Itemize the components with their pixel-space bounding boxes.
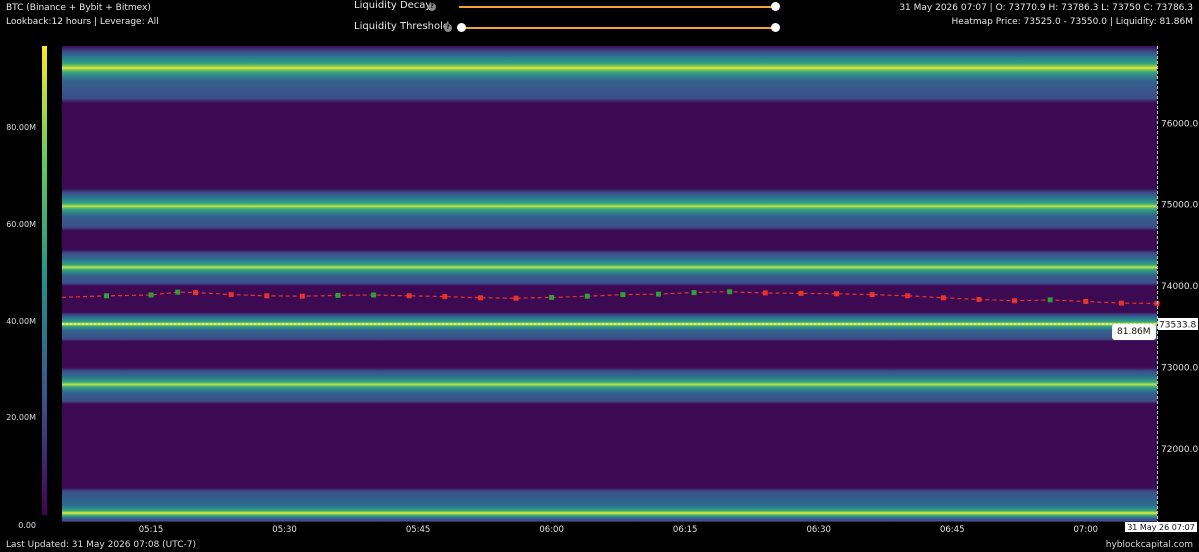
price-candle	[869, 292, 875, 298]
last-updated: Last Updated: 31 May 2026 07:08 (UTC-7)	[6, 540, 196, 550]
heatmap-layer	[62, 46, 1157, 522]
price-candle	[655, 291, 661, 297]
x-tick-label: 05:30	[272, 525, 297, 535]
price-candle	[976, 296, 982, 302]
price-candle	[371, 292, 377, 298]
price-candle	[264, 293, 270, 299]
liquidity-band	[62, 367, 1157, 405]
x-tick-label: 06:15	[673, 525, 698, 535]
y-tick-label: 74000.0	[1161, 282, 1198, 292]
price-candle	[1118, 300, 1124, 306]
current-price-label: 73533.8	[1159, 320, 1196, 330]
liquidity-band-peak	[62, 266, 1157, 269]
x-tick-label: 06:00	[539, 525, 564, 535]
price-candle	[905, 293, 911, 299]
y-tick-label: 76000.0	[1161, 119, 1198, 129]
price-candle	[798, 290, 804, 296]
x-tick-label: 05:15	[139, 525, 164, 535]
price-candle	[442, 294, 448, 300]
liquidity-band	[62, 188, 1157, 231]
price-candle	[406, 293, 412, 299]
price-candle	[834, 291, 840, 297]
price-candle	[1083, 298, 1089, 304]
x-current-label: 31 May 26 07:07	[1127, 523, 1195, 532]
liquidity-band-peak	[62, 512, 1157, 515]
price-candle	[1047, 297, 1053, 303]
price-candle	[1012, 298, 1018, 304]
price-candle	[335, 292, 341, 298]
x-tick-label: 06:45	[940, 525, 965, 535]
price-candle	[549, 294, 555, 300]
price-candle	[299, 293, 305, 299]
y-tick-label: 75000.0	[1161, 201, 1198, 211]
price-candle	[727, 289, 733, 295]
liquidity-tooltip: 81.86M	[1112, 324, 1156, 340]
price-candle	[148, 292, 154, 298]
liquidity-band	[62, 312, 1157, 342]
brand-link[interactable]: hyblockcapital.com	[1106, 540, 1193, 550]
price-candle	[513, 295, 519, 301]
y-tick-label: 72000.0	[1161, 445, 1198, 455]
liquidity-band	[62, 46, 1157, 103]
liquidity-band	[62, 487, 1157, 522]
price-candle	[584, 293, 590, 299]
price-candle	[193, 290, 199, 296]
y-tick-label: 73000.0	[1161, 363, 1198, 373]
price-candle	[104, 293, 110, 299]
liquidity-band-peak	[62, 205, 1157, 208]
x-tick-label: 05:45	[406, 525, 431, 535]
price-candle	[620, 292, 626, 298]
x-tick-label: 06:30	[806, 525, 831, 535]
price-candle	[228, 292, 234, 298]
liquidity-band-peak	[62, 66, 1157, 69]
liquidity-band-peak	[62, 383, 1157, 386]
price-candle	[175, 289, 181, 295]
price-candle	[940, 295, 946, 301]
x-tick-label: 07:00	[1074, 525, 1099, 535]
price-candle	[691, 290, 697, 296]
price-candle	[762, 290, 768, 296]
liquidity-heatmap-chart[interactable]: 73533.8 72000.0 73000.0 74000.0 75000.0 76000…	[0, 0, 1199, 552]
price-candle	[477, 295, 483, 301]
